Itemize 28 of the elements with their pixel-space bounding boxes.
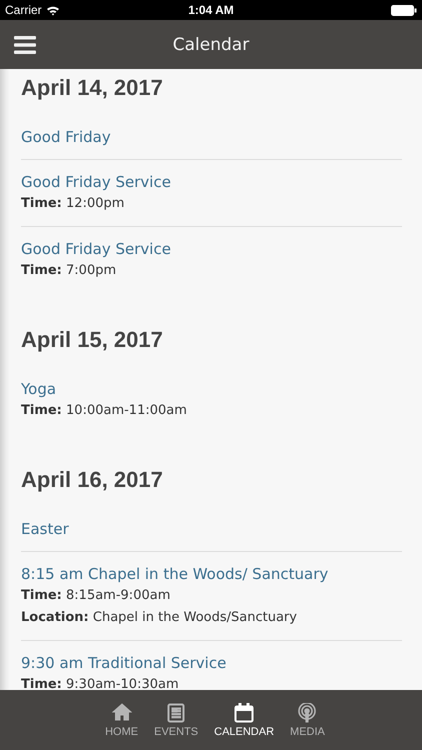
- event-detail: Location: Chapel in the Woods/Sanctuary: [21, 609, 297, 627]
- event-link[interactable]: Yoga: [21, 378, 56, 400]
- clock-time: 1:04 AM: [188, 3, 234, 17]
- menu-button[interactable]: [14, 36, 36, 54]
- menu-icon: [14, 36, 36, 54]
- event-link[interactable]: Good Friday: [21, 126, 111, 148]
- event-detail: Time: 12:00pm: [21, 195, 124, 213]
- date-heading: April 14, 2017: [21, 74, 164, 102]
- date-heading: April 15, 2017: [21, 326, 164, 354]
- event-detail: Time: 7:00pm: [21, 262, 116, 280]
- calendar-icon: [234, 702, 254, 722]
- battery-icon: [390, 4, 417, 16]
- event-link[interactable]: 8:15 am Chapel in the Woods/ Sanctuary: [21, 563, 328, 585]
- event-link[interactable]: Easter: [21, 518, 69, 540]
- podcast-icon: [297, 702, 318, 722]
- event-detail: Time: 10:00am-11:00am: [21, 402, 187, 420]
- date-heading: April 16, 2017: [21, 466, 164, 494]
- event-detail: Time: 8:15am-9:00am: [21, 587, 170, 605]
- event-link[interactable]: 9:30 am Traditional Service: [21, 652, 226, 674]
- screen-title: Calendar: [172, 34, 250, 54]
- event-link[interactable]: Good Friday Service: [21, 238, 171, 260]
- carrier-label: Carrier: [5, 3, 42, 17]
- event-link[interactable]: Good Friday Service: [21, 171, 171, 193]
- tab-button[interactable]: MEDIA: [286, 690, 329, 750]
- house-icon: [112, 702, 132, 722]
- newspaper-icon: [166, 702, 186, 722]
- tab-button[interactable]: CALENDAR: [210, 690, 278, 750]
- wifi-icon: [46, 4, 60, 16]
